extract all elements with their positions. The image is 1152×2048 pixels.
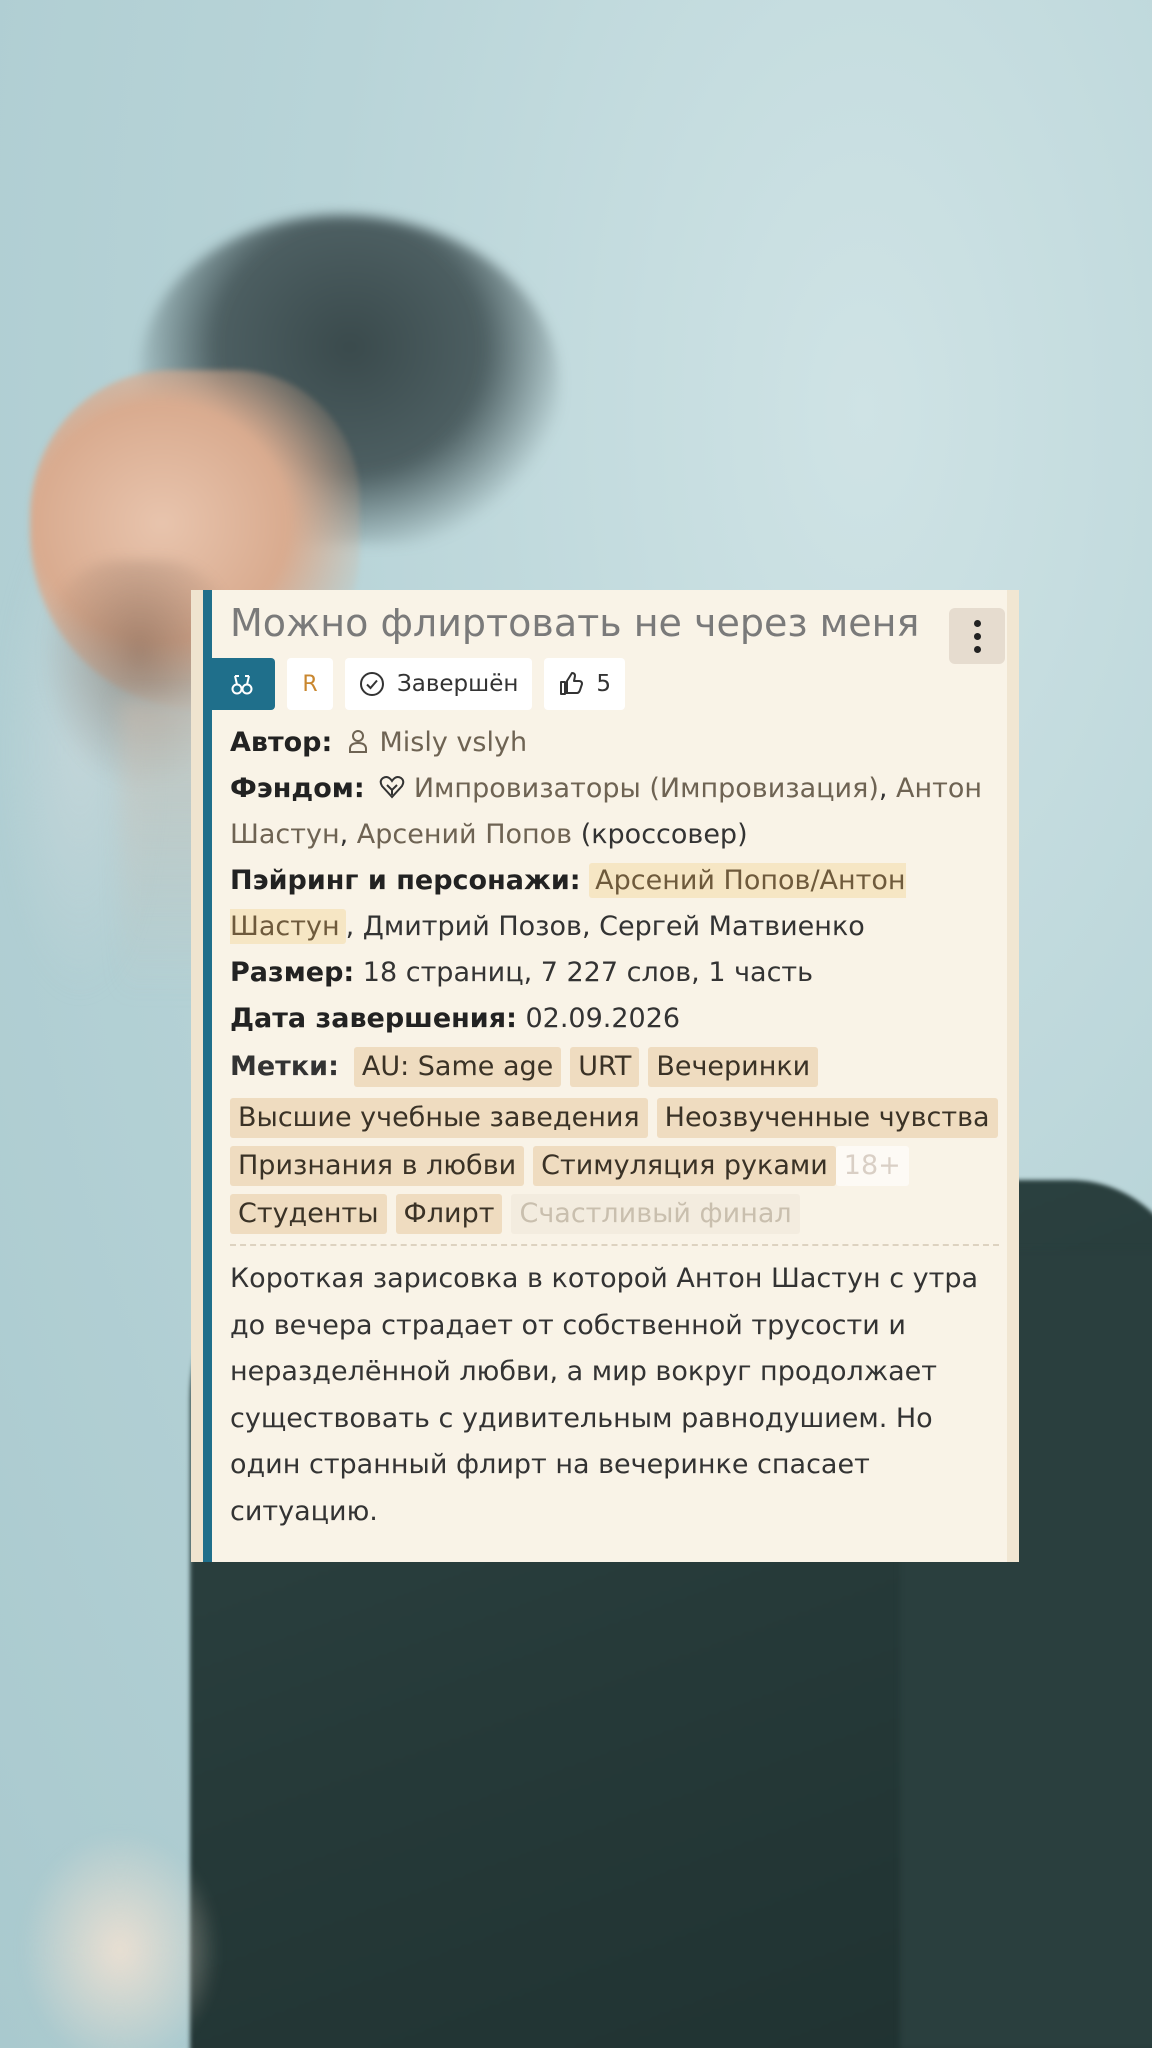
likes-badge[interactable]: 5 <box>544 658 626 710</box>
work-description: Короткая зарисовка в которой Антон Шасту… <box>230 1263 979 1527</box>
thumbs-up-icon <box>560 672 584 695</box>
tag-item[interactable]: Неозвученные чувства <box>656 1098 998 1138</box>
tags-list: Метки: AU: Same age URT Вечеринки Высшие… <box>230 1044 999 1234</box>
characters-list[interactable]: , Дмитрий Позов, Сергей Матвиенко <box>346 911 865 942</box>
author-link[interactable]: Misly vslyh <box>380 727 528 758</box>
tag-item-faded[interactable]: Счастливый финал <box>511 1194 800 1234</box>
rating-badge[interactable]: R <box>287 658 333 710</box>
user-icon <box>348 730 367 753</box>
slash-direction-icon <box>231 675 252 695</box>
check-circle-icon <box>360 672 384 696</box>
work-card: Можно флиртовать не через меня R Завершё… <box>191 590 1019 1562</box>
status-badge[interactable]: Завершён <box>345 658 533 710</box>
kebab-menu-icon[interactable] <box>949 608 1005 664</box>
tag-item[interactable]: Вечеринки <box>648 1047 819 1087</box>
badge-row: R Завершён 5 <box>208 658 999 710</box>
pairing-row: Пэйринг и персонажи: Арсений Попов/Антон… <box>230 863 906 944</box>
tag-item[interactable]: Признания в любви <box>230 1146 525 1186</box>
fandom-row: Фэндом: Импровизаторы (Импровизация), Ан… <box>230 773 983 850</box>
work-title[interactable]: Можно флиртовать не через меня <box>230 598 999 648</box>
fandom-link-3[interactable]: Арсений Попов <box>357 819 572 850</box>
tag-item[interactable]: Стимуляция руками <box>533 1146 836 1186</box>
likes-count: 5 <box>596 671 612 697</box>
divider <box>230 1244 999 1246</box>
date-row: Дата завершения: 02.09.2026 <box>230 1003 681 1034</box>
size-row: Размер: 18 страниц, 7 227 слов, 1 часть <box>230 957 814 988</box>
tag-item[interactable]: Высшие учебные заведения <box>230 1098 648 1138</box>
fandom-link-1[interactable]: Импровизаторы (Импровизация) <box>414 773 879 804</box>
crossover-label: (кроссовер) <box>580 819 748 850</box>
direction-badge[interactable] <box>208 658 275 710</box>
size-value: 18 страниц, 7 227 слов, 1 часть <box>362 957 814 988</box>
adult-tag-group: Стимуляция руками 18+ <box>533 1146 909 1186</box>
tag-item[interactable]: Студенты <box>230 1194 387 1234</box>
heart-crossover-icon <box>380 776 405 799</box>
adult-badge: 18+ <box>835 1146 909 1186</box>
status-label: Завершён <box>397 671 519 697</box>
date-value: 02.09.2026 <box>525 1003 681 1034</box>
direction-stripe <box>203 590 212 1562</box>
tag-item[interactable]: URT <box>570 1047 640 1087</box>
tag-item[interactable]: Флирт <box>395 1194 503 1234</box>
author-row: Автор: Misly vslyh <box>230 727 528 758</box>
tags-label: Метки: <box>230 1051 339 1082</box>
tag-item[interactable]: AU: Same age <box>353 1047 562 1087</box>
